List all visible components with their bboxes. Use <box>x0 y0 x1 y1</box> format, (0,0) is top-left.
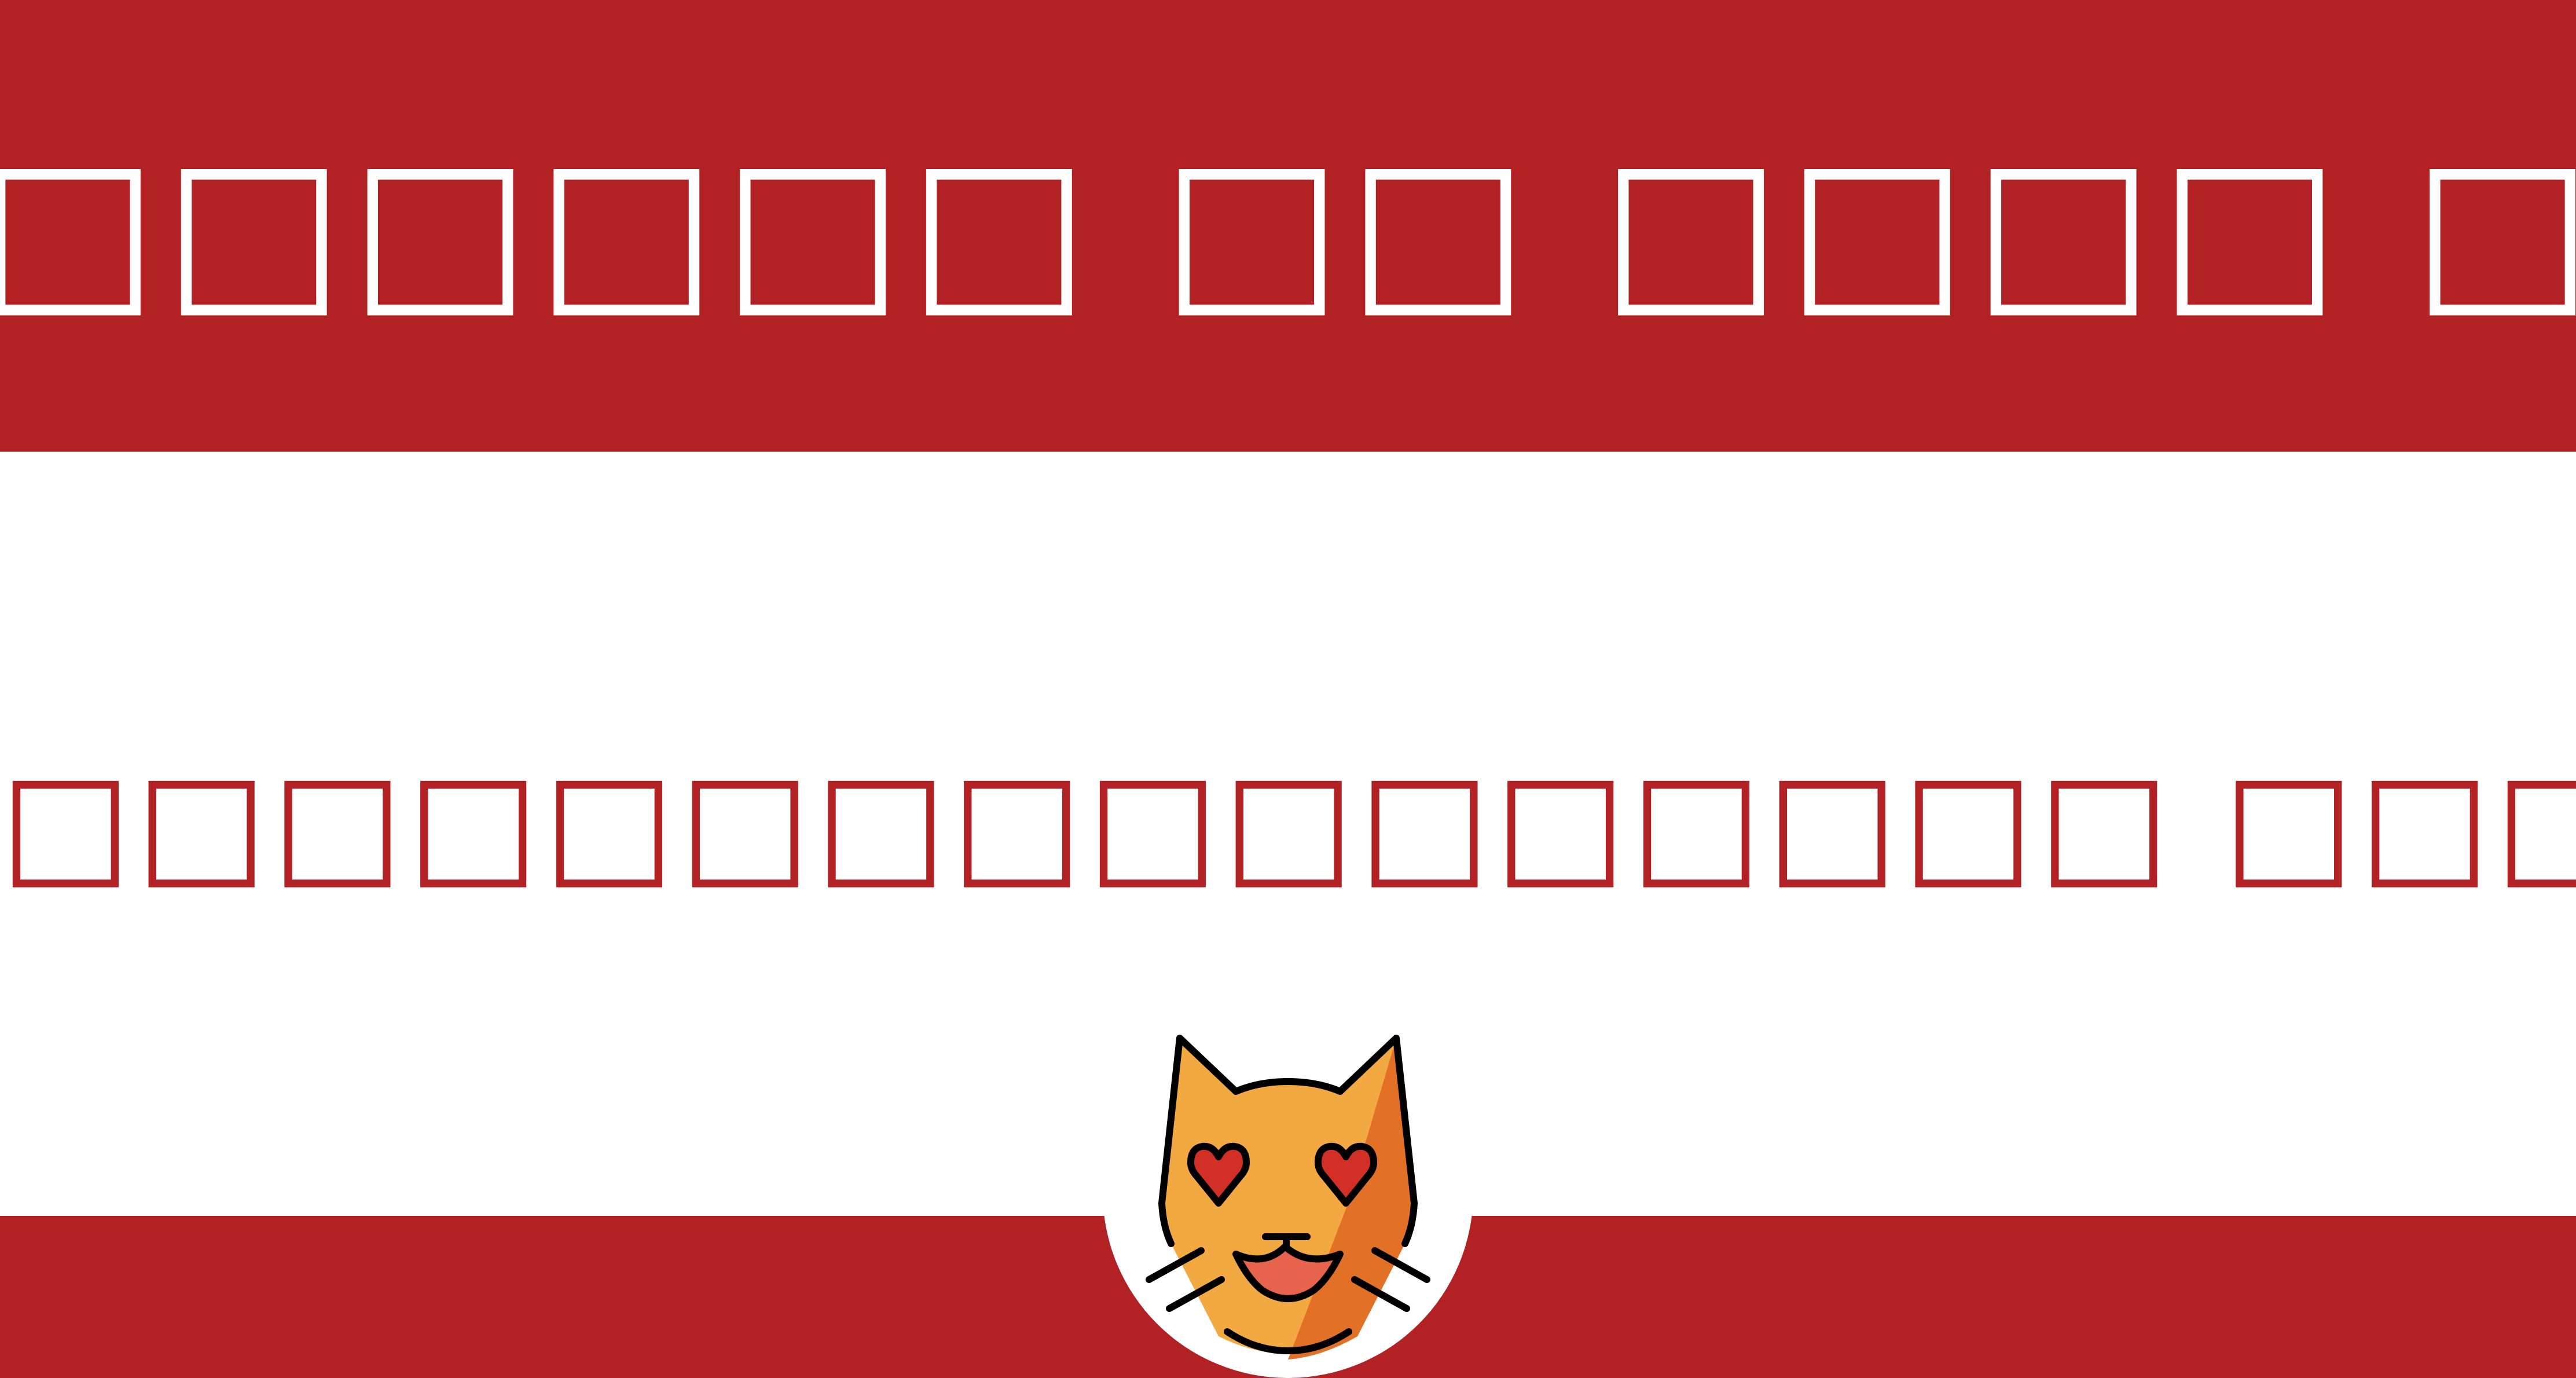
header-banner: □□□□□□□ □□ □□□□ □□ <box>0 0 2576 452</box>
smiling-cat-heart-eyes-icon <box>1103 1025 1473 1378</box>
page-subtitle: □□□□□□□□□□□□□□□□ □□□□□ <box>0 741 2576 903</box>
page: □□□□□□□ □□ □□□□ □□ □□□□□□□□□□□□□□□□ □□□□… <box>0 0 2576 1378</box>
page-title: □□□□□□□ □□ □□□□ □□ <box>0 115 2576 337</box>
